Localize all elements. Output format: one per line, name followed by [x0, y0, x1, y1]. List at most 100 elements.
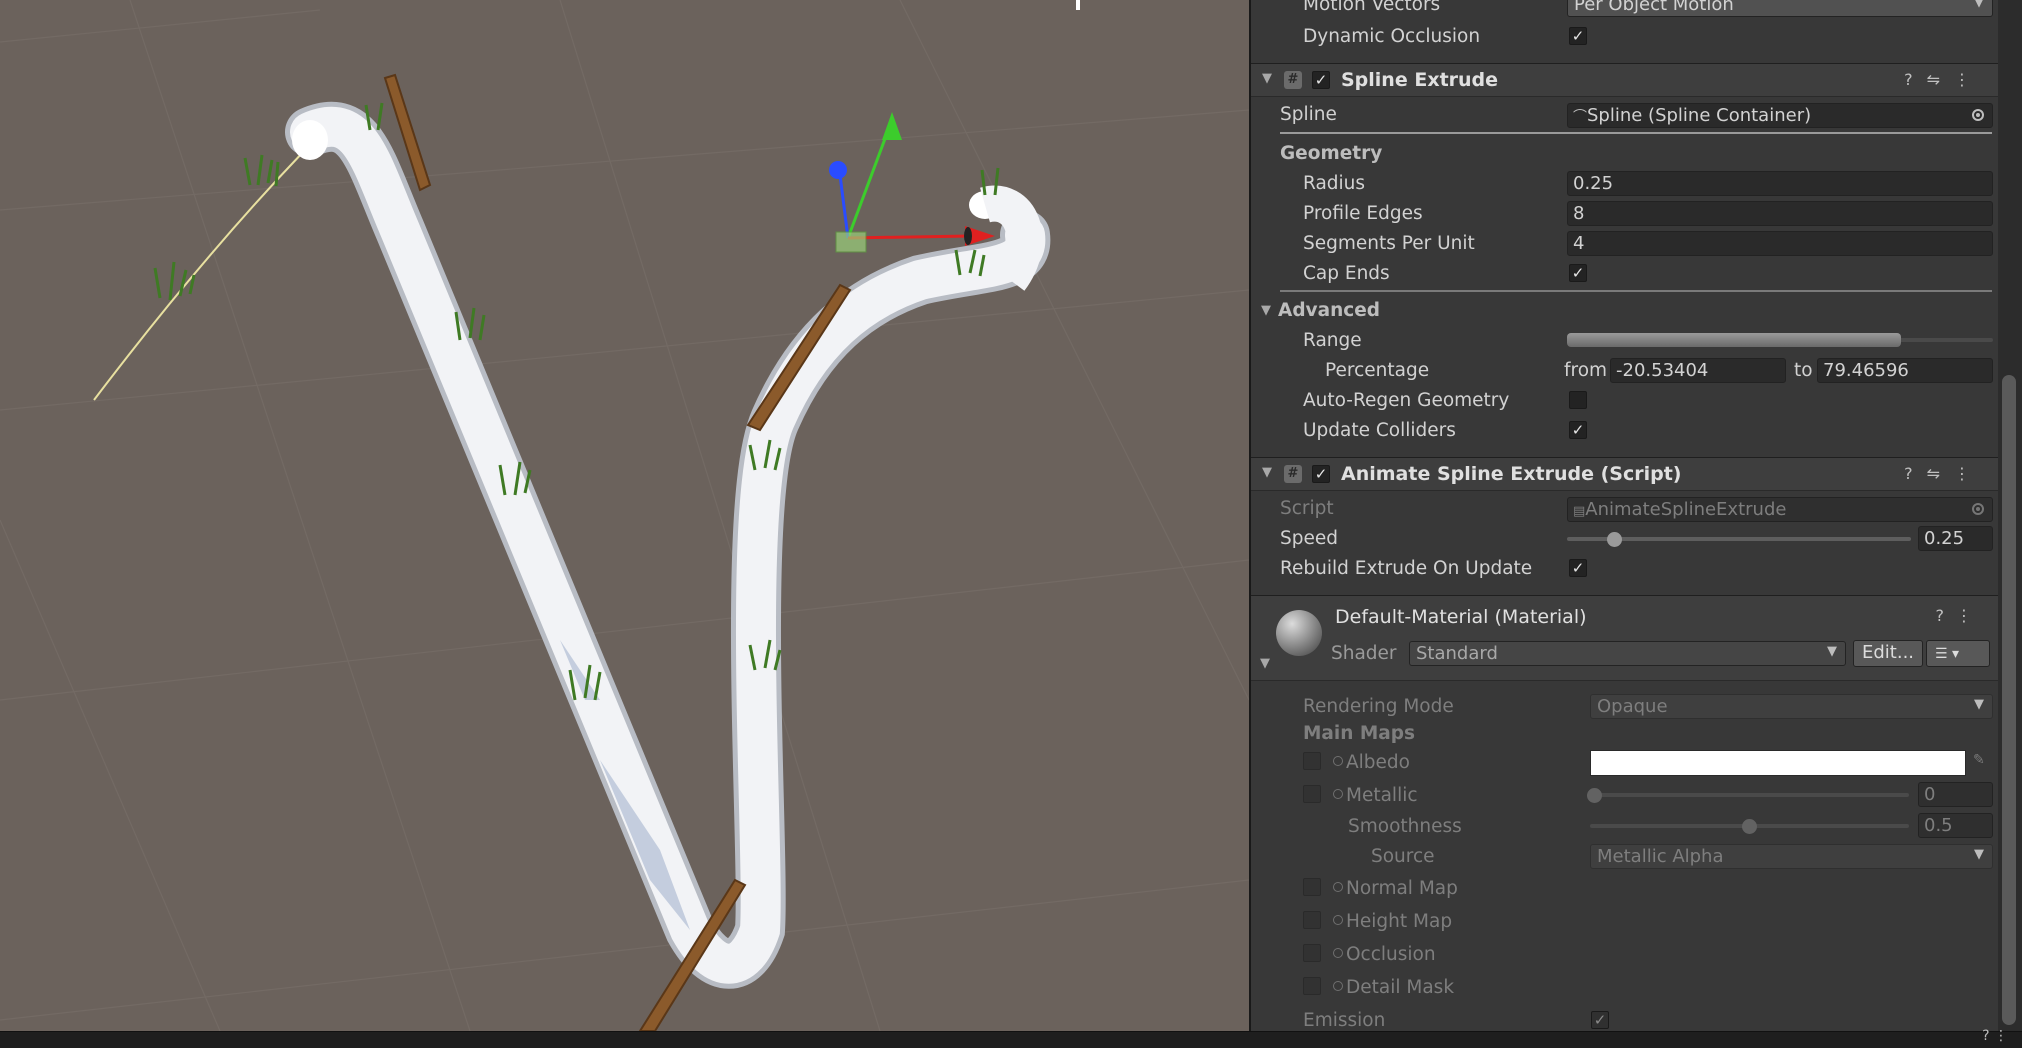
metallic-slider-knob	[1587, 788, 1602, 803]
chevron-down-icon: ▼	[1974, 847, 1984, 862]
cap-ends-checkbox[interactable]: ✓	[1569, 264, 1587, 282]
material-header-icons[interactable]: ?⋮	[1936, 606, 1985, 625]
extruded-tube	[290, 106, 1046, 984]
light-marker	[1076, 0, 1080, 10]
more-menu-icon[interactable]: ⋮	[1954, 464, 1984, 483]
shader-label: Shader	[1331, 643, 1397, 664]
range-label: Range	[1303, 330, 1362, 351]
preset-icon[interactable]: ⇋	[1927, 70, 1954, 89]
spline-object-value: Spline (Spline Container)	[1587, 105, 1812, 126]
preset-icon[interactable]: ⇋	[1927, 464, 1954, 483]
script-component-icon: #	[1284, 465, 1302, 483]
source-label: Source	[1371, 846, 1435, 867]
dynamic-occlusion-label: Dynamic Occlusion	[1303, 26, 1481, 47]
more-menu-icon[interactable]: ⋮	[1956, 606, 1984, 625]
fold-arrow-icon[interactable]: ▼	[1262, 465, 1272, 480]
metallic-picker-icon	[1333, 789, 1343, 799]
spline-container-icon: ⌒	[1573, 109, 1587, 125]
speed-input[interactable]: 0.25	[1918, 526, 1993, 551]
metallic-input: 0	[1918, 782, 1993, 807]
section-separator	[1280, 290, 1992, 292]
range-to-input[interactable]: 79.46596	[1817, 358, 1993, 383]
occlusion-texture-slot	[1303, 944, 1321, 962]
range-from-input[interactable]: -20.53404	[1610, 358, 1786, 383]
normal-map-texture-slot	[1303, 878, 1321, 896]
status-bar-icons[interactable]: ? ⋮	[1982, 1028, 2008, 1044]
shader-edit-button[interactable]: Edit...	[1853, 640, 1924, 667]
rebuild-label: Rebuild Extrude On Update	[1280, 558, 1533, 579]
profile-edges-input[interactable]: 8	[1567, 201, 1993, 226]
fold-arrow-icon[interactable]: ▼	[1262, 71, 1272, 86]
speed-slider-knob[interactable]	[1607, 532, 1622, 547]
advanced-fold-icon[interactable]: ▼	[1261, 303, 1271, 318]
inspector-panel: Motion Vectors Per Object Motion ▼ Dynam…	[1251, 0, 1998, 1031]
height-map-picker-icon	[1333, 915, 1343, 925]
detail-mask-picker-icon	[1333, 981, 1343, 991]
range-slider-fill[interactable]	[1567, 333, 1901, 347]
shader-value: Standard	[1416, 643, 1498, 664]
more-menu-icon[interactable]: ⋮	[1954, 70, 1984, 89]
material-header[interactable]: Default-Material (Material) ?⋮ Shader St…	[1251, 595, 1998, 681]
script-label: Script	[1280, 498, 1334, 519]
help-icon[interactable]: ?	[1904, 464, 1927, 483]
chevron-down-icon: ▼	[1974, 697, 1984, 712]
script-object-field: ▤AnimateSplineExtrude	[1567, 497, 1993, 522]
scene-render[interactable]	[0, 0, 1249, 1031]
spline-path-line	[93, 149, 306, 401]
component-header-icons[interactable]: ?⇋⋮	[1904, 70, 1984, 89]
animate-enable-checkbox[interactable]: ✓	[1312, 465, 1330, 483]
dynamic-occlusion-checkbox[interactable]: ✓	[1569, 27, 1587, 45]
motion-vectors-label: Motion Vectors	[1303, 0, 1441, 15]
inspector-scrollbar-thumb[interactable]	[2002, 375, 2016, 1025]
scene-viewport[interactable]	[0, 0, 1249, 1031]
script-component-icon: #	[1284, 71, 1302, 89]
spline-extrude-header[interactable]: ▼ # ✓ Spline Extrude ?⇋⋮	[1251, 63, 1998, 97]
script-file-icon: ▤	[1573, 504, 1586, 519]
segments-per-unit-input[interactable]: 4	[1567, 231, 1993, 256]
smoothness-slider-knob	[1742, 819, 1757, 834]
spline-extrude-title: Spline Extrude	[1341, 69, 1499, 91]
chevron-down-icon: ▼	[1974, 0, 1984, 10]
radius-input[interactable]: 0.25	[1567, 171, 1993, 196]
update-colliders-checkbox[interactable]: ✓	[1569, 421, 1587, 439]
update-colliders-label: Update Colliders	[1303, 420, 1456, 441]
material-preview-sphere	[1276, 610, 1322, 656]
inspector-scrollbar[interactable]	[1998, 0, 2022, 1031]
material-fold-icon[interactable]: ▼	[1260, 656, 1270, 671]
transform-gizmo	[829, 112, 995, 253]
component-header-icons[interactable]: ?⇋⋮	[1904, 464, 1984, 483]
animate-spline-extrude-header[interactable]: ▼ # ✓ Animate Spline Extrude (Script) ?⇋…	[1251, 457, 1998, 491]
to-label: to	[1794, 360, 1813, 381]
help-icon[interactable]: ?	[1936, 606, 1957, 625]
spline-object-field[interactable]: ⌒Spline (Spline Container)	[1567, 103, 1993, 128]
help-icon[interactable]: ?	[1904, 70, 1927, 89]
metallic-texture-slot	[1303, 785, 1321, 803]
shader-options-button[interactable]: ☰ ▾	[1926, 640, 1990, 667]
spline-label: Spline	[1280, 104, 1337, 125]
script-object-value: AnimateSplineExtrude	[1585, 499, 1787, 520]
detail-mask-label: Detail Mask	[1346, 977, 1455, 998]
height-map-label: Height Map	[1346, 911, 1453, 932]
source-value: Metallic Alpha	[1597, 846, 1724, 867]
albedo-texture-slot	[1303, 752, 1321, 770]
emission-label: Emission	[1303, 1010, 1386, 1031]
rebuild-checkbox[interactable]: ✓	[1569, 559, 1587, 577]
rendering-mode-dropdown: Opaque ▼	[1590, 694, 1993, 719]
occlusion-picker-icon	[1333, 948, 1343, 958]
shader-dropdown[interactable]: Standard ▼	[1409, 641, 1846, 666]
emission-checkbox: ✓	[1591, 1011, 1609, 1029]
chevron-down-icon: ▼	[1827, 644, 1837, 659]
spline-extrude-enable-checkbox[interactable]: ✓	[1312, 71, 1330, 89]
object-picker-icon[interactable]	[1972, 109, 1984, 121]
advanced-header[interactable]: Advanced	[1278, 300, 1380, 321]
detail-mask-texture-slot	[1303, 977, 1321, 995]
auto-regen-checkbox[interactable]	[1569, 391, 1587, 409]
object-picker-icon	[1972, 503, 1984, 515]
speed-label: Speed	[1280, 528, 1338, 549]
radius-label: Radius	[1303, 173, 1366, 194]
animate-title: Animate Spline Extrude (Script)	[1341, 463, 1682, 485]
occlusion-label: Occlusion	[1346, 944, 1436, 965]
motion-vectors-dropdown[interactable]: Per Object Motion ▼	[1567, 0, 1993, 17]
albedo-picker-icon	[1333, 756, 1343, 766]
cap-ends-label: Cap Ends	[1303, 263, 1390, 284]
